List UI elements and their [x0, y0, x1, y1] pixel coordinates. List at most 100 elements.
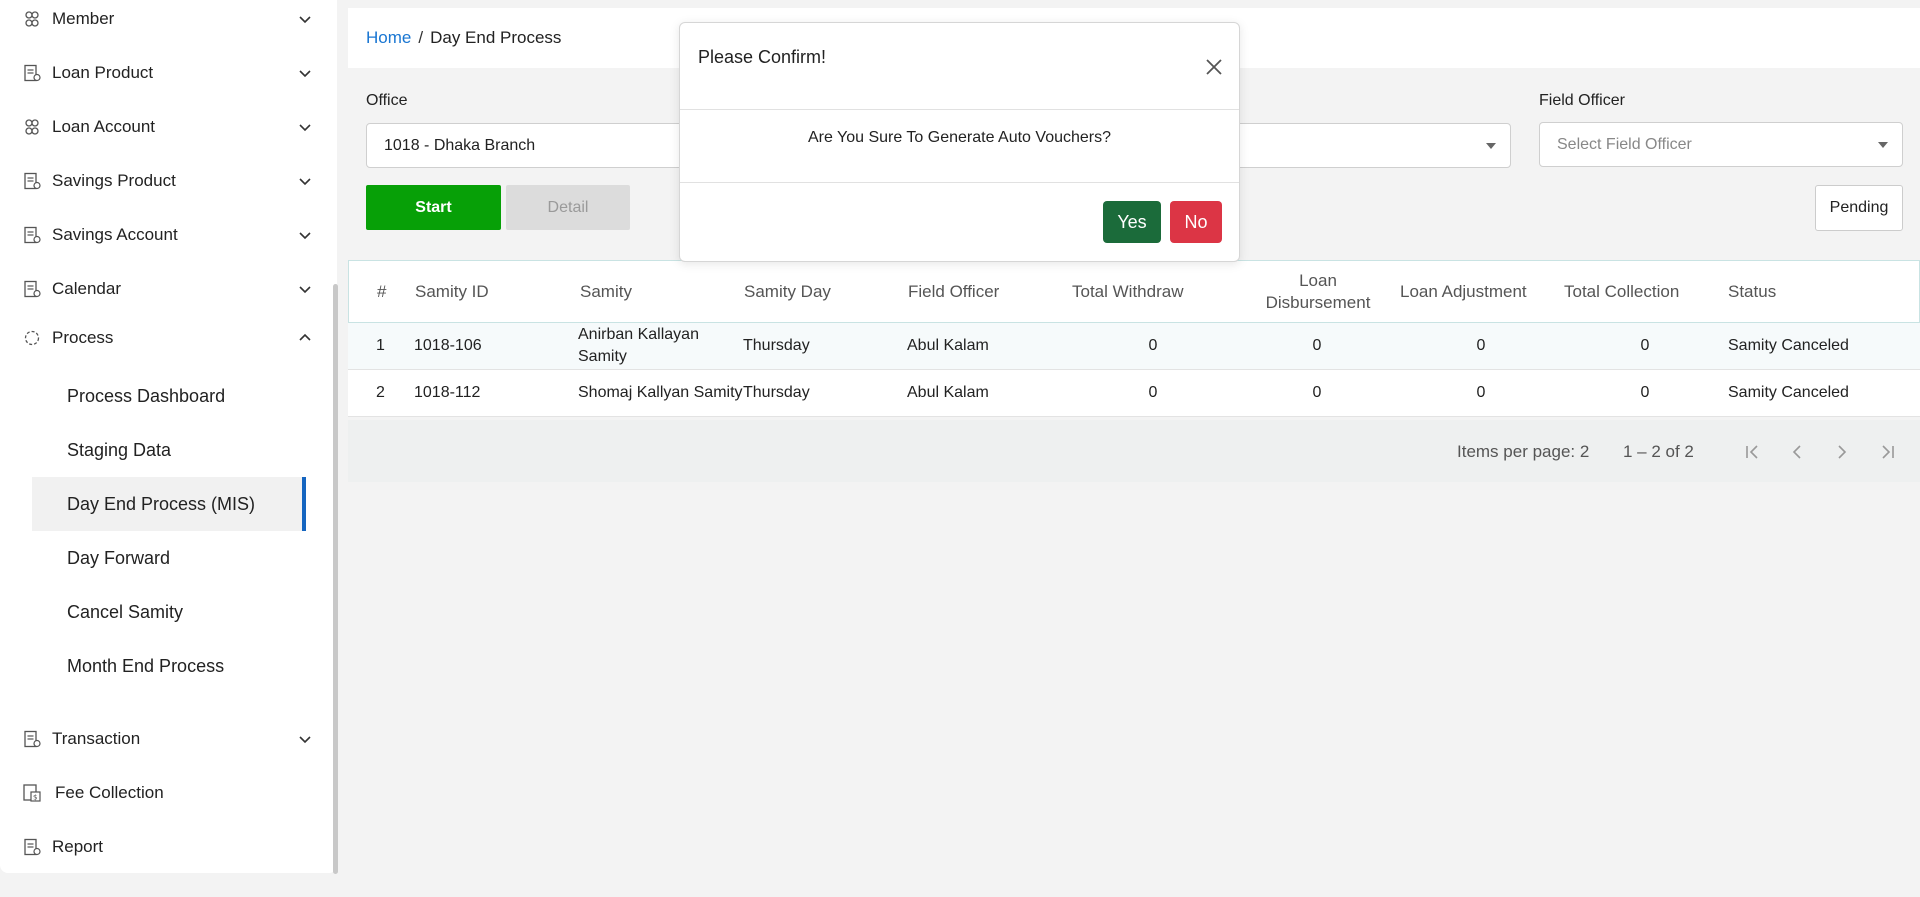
- process-icon: [22, 328, 42, 348]
- cell-status: Samity Canceled: [1728, 384, 1849, 401]
- sidebar-subitem-label: Day End Process (MIS): [67, 493, 256, 514]
- table-row[interactable]: 1 1018-106 Anirban Kallayan Samity Thurs…: [348, 323, 1920, 370]
- sidebar-subitem-label: Staging Data: [67, 439, 172, 460]
- fee-collection-icon: $: [22, 783, 42, 803]
- field-officer-placeholder: Select Field Officer: [1557, 135, 1692, 153]
- next-page-icon[interactable]: [1830, 440, 1854, 464]
- sidebar-item-label: Fee Collection: [55, 783, 164, 802]
- header-total-withdraw: Total Withdraw: [1072, 281, 1184, 301]
- header-total-collection: Total Collection: [1564, 281, 1680, 301]
- page-range-label: 1 – 2 of 2: [1623, 442, 1694, 461]
- cell-samity: Anirban Kallayan Samity: [578, 324, 699, 368]
- sidebar-item-savings-product[interactable]: Savings Product: [0, 154, 330, 208]
- svg-text:$: $: [33, 794, 37, 802]
- no-button[interactable]: No: [1170, 201, 1222, 243]
- document-icon: [22, 837, 42, 857]
- member-icon: [22, 9, 42, 29]
- sidebar-item-loan-account[interactable]: Loan Account: [0, 100, 330, 154]
- cell-total-withdraw: 0: [1148, 337, 1158, 354]
- previous-page-icon[interactable]: [1785, 440, 1809, 464]
- cell-loan-disbursement: 0: [1312, 337, 1322, 354]
- cell-total-withdraw: 0: [1148, 384, 1158, 401]
- header-num: #: [377, 281, 387, 301]
- sidebar-subitem-process-dashboard[interactable]: Process Dashboard: [32, 369, 306, 423]
- cell-samity-line1: Anirban Kallayan: [578, 326, 699, 343]
- paginator: Items per page: 2 1 – 2 of 2: [348, 420, 1920, 482]
- close-icon[interactable]: [1203, 56, 1225, 78]
- sidebar-item-fee-collection[interactable]: $ Fee Collection: [0, 766, 330, 820]
- breadcrumb-separator: /: [418, 28, 424, 47]
- sidebar: Member Loan Product Loan Account Savings…: [0, 0, 337, 873]
- table-header-row: # Samity ID Samity Samity Day Field Offi…: [348, 260, 1920, 323]
- document-icon: [22, 63, 42, 83]
- sidebar-item-label: Loan Account: [52, 117, 156, 136]
- document-icon: [22, 279, 42, 299]
- sidebar-item-label: Report: [52, 837, 104, 856]
- dropdown-caret-icon: [1878, 142, 1888, 148]
- sidebar-subitem-label: Process Dashboard: [67, 385, 226, 406]
- cell-loan-adjustment: 0: [1476, 384, 1486, 401]
- cell-field-officer: Abul Kalam: [907, 337, 989, 354]
- chevron-down-icon: [299, 178, 311, 186]
- dropdown-caret-icon: [1486, 143, 1496, 149]
- sidebar-item-label: Savings Account: [52, 225, 178, 244]
- cell-samity: Shomaj Kallyan Samity: [578, 384, 743, 401]
- cell-num: 2: [376, 384, 385, 401]
- chevron-down-icon: [299, 70, 311, 78]
- table-row[interactable]: 2 1018-112 Shomaj Kallyan Samity Thursda…: [348, 370, 1920, 417]
- sidebar-subitem-month-end-process[interactable]: Month End Process: [32, 639, 306, 693]
- sidebar-subitem-day-end-process[interactable]: Day End Process (MIS): [32, 477, 306, 531]
- sidebar-item-transaction[interactable]: Transaction: [0, 712, 330, 766]
- office-label: Office: [366, 92, 408, 109]
- chevron-down-icon: [299, 124, 311, 132]
- chevron-down-icon: [299, 16, 311, 24]
- sidebar-subitem-day-forward[interactable]: Day Forward: [32, 531, 306, 585]
- sidebar-subitem-staging-data[interactable]: Staging Data: [32, 423, 306, 477]
- header-loan-disbursement-line2: Disbursement: [1265, 293, 1371, 312]
- cell-samity-id: 1018-106: [414, 337, 482, 354]
- sidebar-item-process[interactable]: Process: [0, 311, 330, 365]
- sidebar-subitem-label: Cancel Samity: [67, 601, 184, 622]
- dialog-message: Are You Sure To Generate Auto Vouchers?: [807, 129, 1112, 146]
- sidebar-subitem-label: Day Forward: [67, 547, 171, 568]
- start-button[interactable]: Start: [366, 185, 501, 230]
- document-icon: [22, 225, 42, 245]
- sidebar-item-savings-account[interactable]: Savings Account: [0, 208, 330, 262]
- cell-status: Samity Canceled: [1728, 337, 1849, 354]
- cell-loan-adjustment: 0: [1476, 337, 1486, 354]
- sidebar-item-label: Savings Product: [52, 171, 176, 190]
- document-icon: [22, 171, 42, 191]
- first-page-icon[interactable]: [1741, 440, 1765, 464]
- chevron-down-icon: [299, 736, 311, 744]
- sidebar-item-report[interactable]: Report: [0, 820, 330, 874]
- sidebar-scrollbar[interactable]: [333, 284, 338, 874]
- items-per-page-label: Items per page: 2: [1457, 442, 1590, 461]
- sidebar-item-label: Calendar: [52, 279, 121, 298]
- field-officer-select[interactable]: Select Field Officer: [1539, 122, 1903, 167]
- sidebar-item-calendar[interactable]: Calendar: [0, 262, 330, 316]
- member-icon: [22, 117, 42, 137]
- office-select-value: 1018 - Dhaka Branch: [384, 136, 536, 154]
- sidebar-subitem-label: Month End Process: [67, 655, 225, 676]
- cell-samity-id: 1018-112: [414, 384, 481, 401]
- chevron-down-icon: [299, 232, 311, 240]
- detail-button[interactable]: Detail: [506, 185, 630, 230]
- dialog-title: Please Confirm!: [698, 47, 827, 67]
- breadcrumb-home-link[interactable]: Home: [366, 28, 411, 48]
- header-loan-disbursement: Loan Disbursement: [1236, 270, 1400, 314]
- sidebar-subitem-cancel-samity[interactable]: Cancel Samity: [32, 585, 306, 639]
- chevron-up-icon: [299, 333, 311, 341]
- last-page-icon[interactable]: [1875, 440, 1899, 464]
- sidebar-item-member[interactable]: Member: [0, 0, 330, 46]
- field-officer-label: Field Officer: [1539, 92, 1625, 109]
- sidebar-item-loan-product[interactable]: Loan Product: [0, 46, 330, 100]
- pending-button[interactable]: Pending: [1815, 185, 1903, 231]
- cell-total-collection: 0: [1640, 337, 1650, 354]
- header-loan-adjustment: Loan Adjustment: [1400, 281, 1527, 301]
- header-field-officer: Field Officer: [908, 281, 1000, 301]
- yes-button[interactable]: Yes: [1103, 201, 1161, 243]
- sidebar-item-label: Member: [52, 9, 115, 28]
- breadcrumb-current: Day End Process: [430, 28, 562, 47]
- header-samity: Samity: [580, 281, 632, 301]
- header-status: Status: [1728, 281, 1777, 301]
